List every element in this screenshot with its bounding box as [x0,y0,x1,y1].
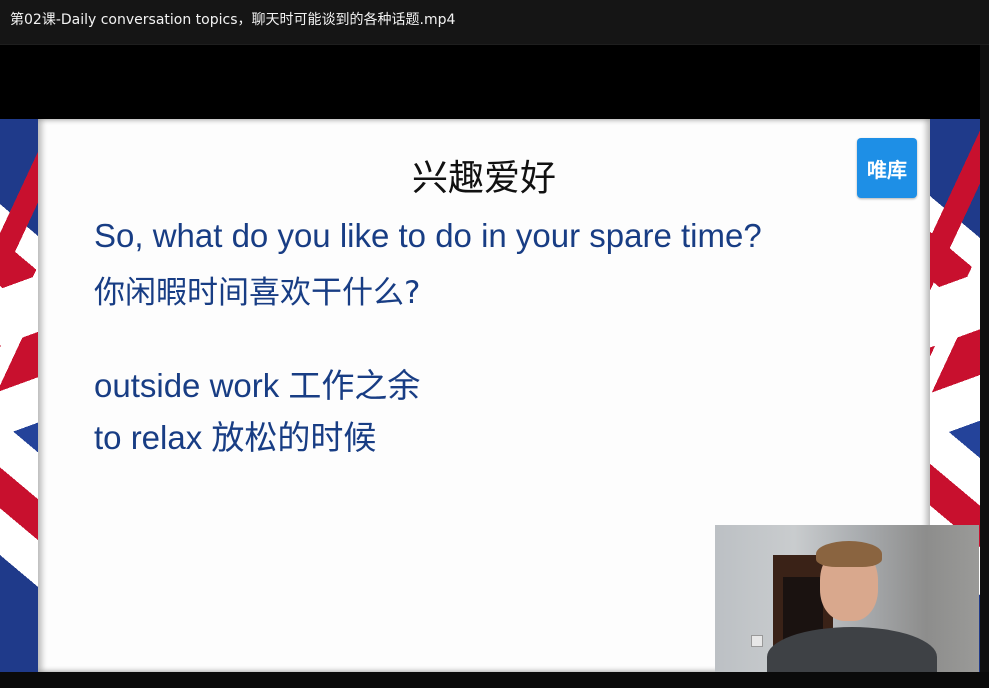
brand-logo: 唯库 [857,138,917,198]
webcam-wall-switch [751,635,763,647]
brand-logo-text: 唯库 [867,157,907,182]
title-bar: 第02课-Daily conversation topics，聊天时可能谈到的各… [0,0,989,45]
slide-title: 兴趣爱好 [411,158,556,199]
slide-line-question-zh: 你闲暇时间喜欢干什么? [94,275,421,311]
union-jack-left-border [0,119,38,672]
bottom-bar [0,672,989,688]
slide-line-question-en: So, what do you like to do in your spare… [94,217,762,254]
window-title: 第02课-Daily conversation topics，聊天时可能谈到的各… [10,12,456,28]
right-edge-panel [980,45,989,688]
slide-line-outside-work: outside work 工作之余 [94,367,421,404]
presenter-hair [816,541,882,567]
slide-line-to-relax: to relax 放松的时候 [94,419,377,456]
webcam-overlay [715,525,979,672]
